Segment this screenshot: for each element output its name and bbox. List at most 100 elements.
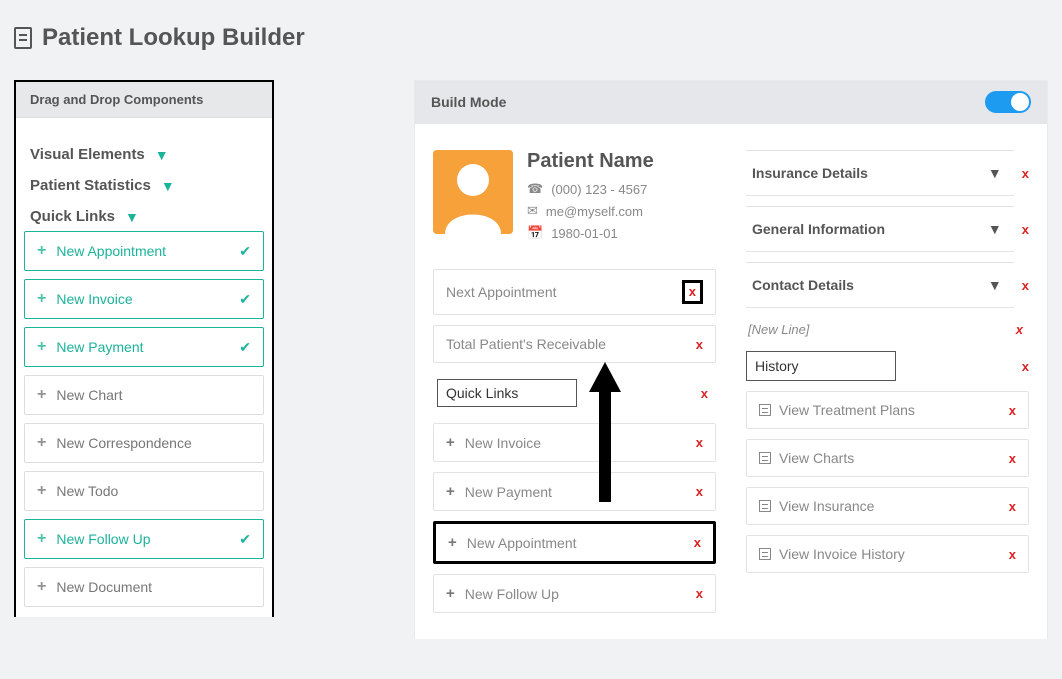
build-panel-header: Build Mode — [415, 81, 1047, 124]
quick-link-label: New Appointment — [56, 243, 166, 259]
block-view-insurance[interactable]: View Insurance x — [746, 487, 1029, 525]
block-quick-links-heading[interactable]: x — [433, 373, 716, 413]
accordion-label: Insurance Details — [752, 165, 868, 181]
section-quick-links[interactable]: Quick Links ▼ — [16, 196, 272, 227]
new-line-row[interactable]: [New Line] x — [746, 318, 1029, 337]
block-next-appointment[interactable]: Next Appointment x — [433, 269, 716, 315]
plus-icon: + — [446, 483, 455, 500]
build-right-column: Insurance Details ▼ x General Informatio… — [746, 150, 1029, 613]
remove-icon[interactable]: x — [1009, 499, 1016, 514]
block-view-invoice-history[interactable]: View Invoice History x — [746, 535, 1029, 573]
accordion-label: Contact Details — [752, 277, 854, 293]
accordion-general-information[interactable]: General Information ▼ — [746, 206, 1014, 252]
quick-link-label: New Payment — [56, 339, 143, 355]
quick-link-label: New Document — [56, 579, 152, 595]
block-new-invoice[interactable]: + New Invoice x — [433, 423, 716, 462]
chevron-down-icon: ▼ — [125, 209, 139, 225]
block-label: New Follow Up — [465, 586, 559, 602]
quick-link-label: New Chart — [56, 387, 122, 403]
block-new-appointment[interactable]: + New Appointment x — [433, 521, 716, 564]
block-new-follow-up[interactable]: + New Follow Up x — [433, 574, 716, 613]
chevron-down-icon: ▼ — [988, 221, 1002, 237]
document-icon — [14, 27, 32, 49]
quick-link-new-invoice[interactable]: + New Invoice ✔ — [24, 279, 264, 319]
remove-icon[interactable]: x — [1022, 222, 1029, 237]
quick-link-new-document[interactable]: + New Document — [24, 567, 264, 607]
plus-icon: + — [37, 434, 46, 452]
section-label: Quick Links — [30, 208, 115, 225]
page-title-text: Patient Lookup Builder — [42, 24, 305, 52]
patient-card: Patient Name ☎ (000) 123 - 4567 ✉ me@mys… — [433, 150, 716, 241]
plus-icon: + — [448, 534, 457, 551]
quick-link-new-follow-up[interactable]: + New Follow Up ✔ — [24, 519, 264, 559]
check-icon: ✔ — [239, 243, 251, 260]
chevron-down-icon: ▼ — [988, 277, 1002, 293]
list-icon — [759, 404, 771, 416]
remove-icon[interactable]: x — [694, 535, 701, 550]
check-icon: ✔ — [239, 339, 251, 356]
history-heading-row[interactable]: x — [746, 351, 1029, 381]
plus-icon: + — [446, 434, 455, 451]
remove-icon[interactable]: x — [1009, 403, 1016, 418]
remove-icon[interactable]: x — [1009, 547, 1016, 562]
build-panel: Build Mode P — [414, 80, 1048, 639]
block-label: View Charts — [779, 450, 854, 466]
build-mode-toggle[interactable] — [985, 91, 1031, 113]
plus-icon: + — [37, 242, 46, 260]
plus-icon: + — [37, 578, 46, 596]
plus-icon: + — [37, 290, 46, 308]
plus-icon: + — [37, 530, 46, 548]
block-label: View Invoice History — [779, 546, 905, 562]
quick-link-new-payment[interactable]: + New Payment ✔ — [24, 327, 264, 367]
remove-icon[interactable]: x — [1022, 359, 1029, 374]
remove-icon[interactable]: x — [1016, 322, 1023, 337]
plus-icon: + — [37, 386, 46, 404]
plus-icon: + — [37, 338, 46, 356]
quick-link-new-todo[interactable]: + New Todo — [24, 471, 264, 511]
block-label: New Appointment — [467, 535, 577, 551]
plus-icon: + — [37, 482, 46, 500]
block-view-treatment-plans[interactable]: View Treatment Plans x — [746, 391, 1029, 429]
quick-link-label: New Correspondence — [56, 435, 191, 451]
block-label: Next Appointment — [446, 284, 557, 300]
remove-icon[interactable]: x — [1022, 278, 1029, 293]
quick-link-new-correspondence[interactable]: + New Correspondence — [24, 423, 264, 463]
section-visual-elements[interactable]: Visual Elements ▼ — [16, 118, 272, 165]
phone-icon: ☎ — [527, 181, 543, 197]
quick-link-new-chart[interactable]: + New Chart — [24, 375, 264, 415]
block-total-receivable[interactable]: Total Patient's Receivable x — [433, 325, 716, 363]
remove-icon[interactable]: x — [1022, 166, 1029, 181]
components-panel: Drag and Drop Components Visual Elements… — [14, 80, 274, 617]
patient-name-label: Patient Name — [527, 150, 654, 173]
patient-dob: 1980-01-01 — [551, 226, 618, 241]
chevron-down-icon: ▼ — [988, 165, 1002, 181]
accordion-label: General Information — [752, 221, 885, 237]
block-label: New Invoice — [465, 435, 541, 451]
remove-icon[interactable]: x — [696, 435, 703, 450]
quick-links-title-input[interactable] — [437, 379, 577, 407]
remove-icon[interactable]: x — [701, 386, 708, 401]
chevron-down-icon: ▼ — [161, 178, 175, 194]
calendar-icon: 📅 — [527, 225, 543, 241]
block-view-charts[interactable]: View Charts x — [746, 439, 1029, 477]
components-panel-header: Drag and Drop Components — [16, 82, 272, 118]
quick-link-new-appointment[interactable]: + New Appointment ✔ — [24, 231, 264, 271]
remove-icon[interactable]: x — [696, 586, 703, 601]
section-patient-statistics[interactable]: Patient Statistics ▼ — [16, 165, 272, 196]
remove-icon[interactable]: x — [696, 337, 703, 352]
check-icon: ✔ — [239, 291, 251, 308]
section-label: Visual Elements — [30, 146, 145, 163]
quick-link-label: New Follow Up — [56, 531, 150, 547]
patient-phone: (000) 123 - 4567 — [551, 182, 647, 197]
remove-icon[interactable]: x — [696, 484, 703, 499]
history-title-input[interactable] — [746, 351, 896, 381]
page-title: Patient Lookup Builder — [14, 24, 1048, 52]
block-label: View Treatment Plans — [779, 402, 915, 418]
build-left-column: Patient Name ☎ (000) 123 - 4567 ✉ me@mys… — [433, 150, 716, 613]
block-label: View Insurance — [779, 498, 874, 514]
accordion-contact-details[interactable]: Contact Details ▼ — [746, 262, 1014, 308]
remove-icon[interactable]: x — [682, 280, 703, 304]
remove-icon[interactable]: x — [1009, 451, 1016, 466]
block-new-payment[interactable]: + New Payment x — [433, 472, 716, 511]
accordion-insurance-details[interactable]: Insurance Details ▼ — [746, 150, 1014, 196]
